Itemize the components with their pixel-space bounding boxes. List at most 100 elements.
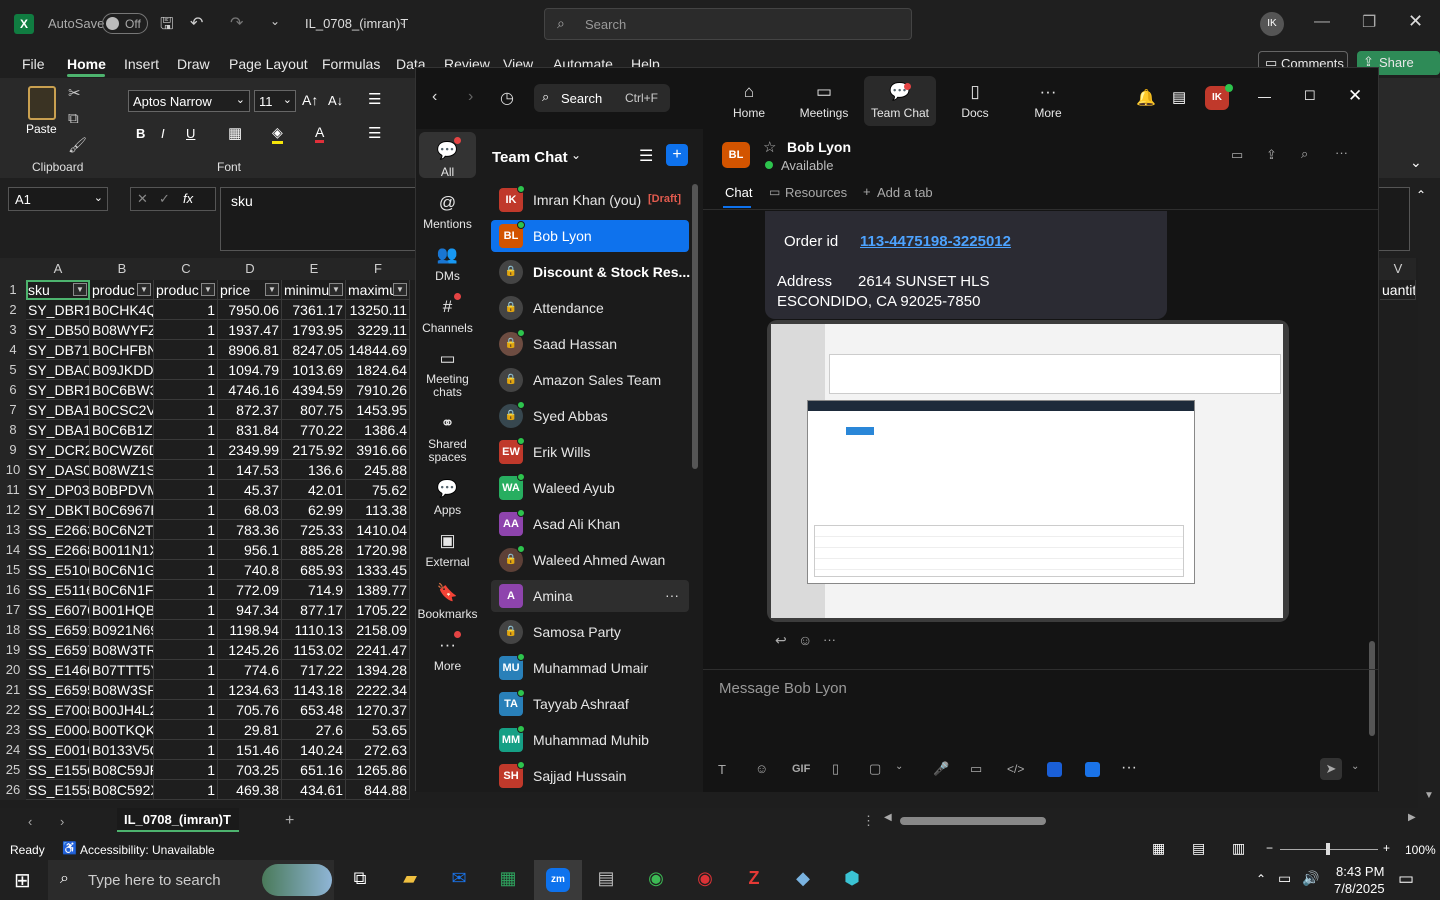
table-cell[interactable]: SY_DBA13: [26,400,90,420]
page-layout-view-icon[interactable]: ▤ [1192,840,1205,857]
tab-chat[interactable]: Chat [725,185,752,200]
notifications-icon[interactable]: 🔔 [1136,88,1156,108]
table-cell[interactable]: SY_DAS012 [26,460,90,480]
menu-insert[interactable]: Insert [124,56,159,72]
row-header[interactable]: 18 [0,620,26,640]
table-cell[interactable]: 1 [154,680,218,700]
filter-dropdown-icon[interactable]: ▼ [73,283,87,296]
screen-share-icon[interactable]: ⇪ [1266,147,1277,163]
search-box[interactable]: ⌕ Search [544,8,912,40]
zoom-out-icon[interactable]: − [1266,841,1273,855]
table-cell[interactable]: 783.36 [218,520,282,540]
rail-meeting-chats[interactable]: ▭ Meeting chats [416,349,479,399]
table-cell[interactable]: 1265.86 [346,760,410,780]
table-cell[interactable]: SS_E65979 [26,640,90,660]
contact-item[interactable]: 🔒 Syed Abbas [491,400,689,432]
table-cell[interactable]: 1 [154,380,218,400]
zoom-minimize-icon[interactable]: — [1258,89,1271,104]
rail-shared-spaces[interactable]: ⚭ Shared spaces [416,414,479,464]
table-cell[interactable]: 8247.05 [282,340,346,360]
table-cell[interactable]: 1 [154,560,218,580]
table-cell[interactable]: B08W3SR8 [90,680,154,700]
table-cell[interactable]: SS_E00100 [26,740,90,760]
contact-item[interactable]: IK Imran Khan (you) [Draft] [491,184,689,216]
redo-icon[interactable]: ↷ [230,13,243,33]
tab-add[interactable]: Add a tab [877,185,933,200]
contact-item[interactable]: 🔒 Amazon Sales Team [491,364,689,396]
table-cell[interactable]: B07TTT5Y( [90,660,154,680]
name-box[interactable]: A1 ⌄ [8,187,108,211]
chat-scrollbar[interactable] [1369,641,1375,736]
column-header[interactable]: A [26,258,90,280]
app-icon-1[interactable] [1047,762,1062,777]
row-header[interactable]: 22 [0,700,26,720]
table-cell[interactable]: B09JKDDLI [90,360,154,380]
table-cell[interactable]: SY_DB5045 [26,320,90,340]
table-cell[interactable]: 1720.98 [346,540,410,560]
table-cell[interactable]: 53.65 [346,720,410,740]
column-header[interactable]: B [90,258,154,280]
add-sheet-icon[interactable]: + [285,812,294,830]
font-name-select[interactable]: Aptos Narrow ⌄ [128,90,250,112]
undo-icon[interactable]: ↶ [190,13,203,33]
row-header[interactable]: 8 [0,420,26,440]
table-cell[interactable]: B08W3TR9 [90,640,154,660]
filter-dropdown-icon[interactable]: ▼ [201,283,215,296]
table-cell[interactable]: 4746.16 [218,380,282,400]
table-cell[interactable]: 245.88 [346,460,410,480]
next-sheet-icon[interactable]: › [60,814,64,829]
reply-icon[interactable]: ↩ [775,632,787,649]
row-header[interactable]: 2 [0,300,26,320]
menu-page-layout[interactable]: Page Layout [229,56,308,72]
table-cell[interactable]: 1824.64 [346,360,410,380]
video-call-icon[interactable]: ▭ [1231,147,1243,163]
table-cell[interactable]: 1333.45 [346,560,410,580]
table-cell[interactable]: 1013.69 [282,360,346,380]
table-cell[interactable]: SS_E51160 [26,580,90,600]
table-cell[interactable]: SS_E65919 [26,620,90,640]
table-cell[interactable]: 1 [154,320,218,340]
table-cell[interactable]: 774.6 [218,660,282,680]
chrome-profile-icon[interactable]: ◉ [691,868,719,892]
table-cell[interactable]: 3916.66 [346,440,410,460]
header-cell[interactable]: produc ▼ [90,280,154,300]
table-cell[interactable]: B08WYFZ3 [90,320,154,340]
contact-item[interactable]: A Amina ··· [491,580,689,612]
cancel-edit-icon[interactable]: ✕ [137,191,148,207]
back-icon[interactable]: ‹ [432,88,437,106]
table-cell[interactable]: SY_DBA13: [26,420,90,440]
table-cell[interactable]: 1 [154,440,218,460]
header-cell[interactable]: minimu ▼ [282,280,346,300]
header-cell[interactable]: produc ▼ [154,280,218,300]
file-name[interactable]: IL_0708_(imran)T [305,16,408,31]
filter-dropdown-icon[interactable]: ▼ [265,283,279,296]
table-cell[interactable]: SY_DP03A [26,480,90,500]
order-id-link[interactable]: 113-4475198-3225012 [860,233,1011,250]
table-cell[interactable]: 1 [154,640,218,660]
video-message-icon[interactable]: ▭ [970,761,982,777]
rail-all[interactable]: 💬 All [416,141,479,179]
table-cell[interactable]: SY_DB7147 [26,340,90,360]
table-cell[interactable]: SS_E14608 [26,660,90,680]
table-cell[interactable]: 1143.18 [282,680,346,700]
align-left-icon[interactable]: ☰ [368,124,381,142]
normal-view-icon[interactable]: ▦ [1152,840,1165,857]
table-cell[interactable]: SS_E15583 [26,780,90,800]
taskbar-time[interactable]: 8:43 PM [1336,864,1384,879]
table-cell[interactable]: 947.34 [218,600,282,620]
tray-chevron-icon[interactable]: ⌃ [1256,872,1266,886]
table-cell[interactable]: 136.6 [282,460,346,480]
table-cell[interactable]: SS_E60760 [26,600,90,620]
table-cell[interactable]: 2158.09 [346,620,410,640]
table-cell[interactable]: B0C6BW3Y [90,380,154,400]
contact-item[interactable]: 🔒 Attendance [491,292,689,324]
rail-channels[interactable]: # Channels [416,297,479,335]
table-cell[interactable]: B0CSC2VB [90,400,154,420]
rail-apps[interactable]: 💬 Apps [416,479,479,517]
contact-item[interactable]: AA Asad Ali Khan [491,508,689,540]
table-cell[interactable]: 2241.47 [346,640,410,660]
menu-file[interactable]: File [22,56,45,72]
table-cell[interactable]: 1110.13 [282,620,346,640]
table-cell[interactable]: 1 [154,480,218,500]
table-cell[interactable]: 7950.06 [218,300,282,320]
